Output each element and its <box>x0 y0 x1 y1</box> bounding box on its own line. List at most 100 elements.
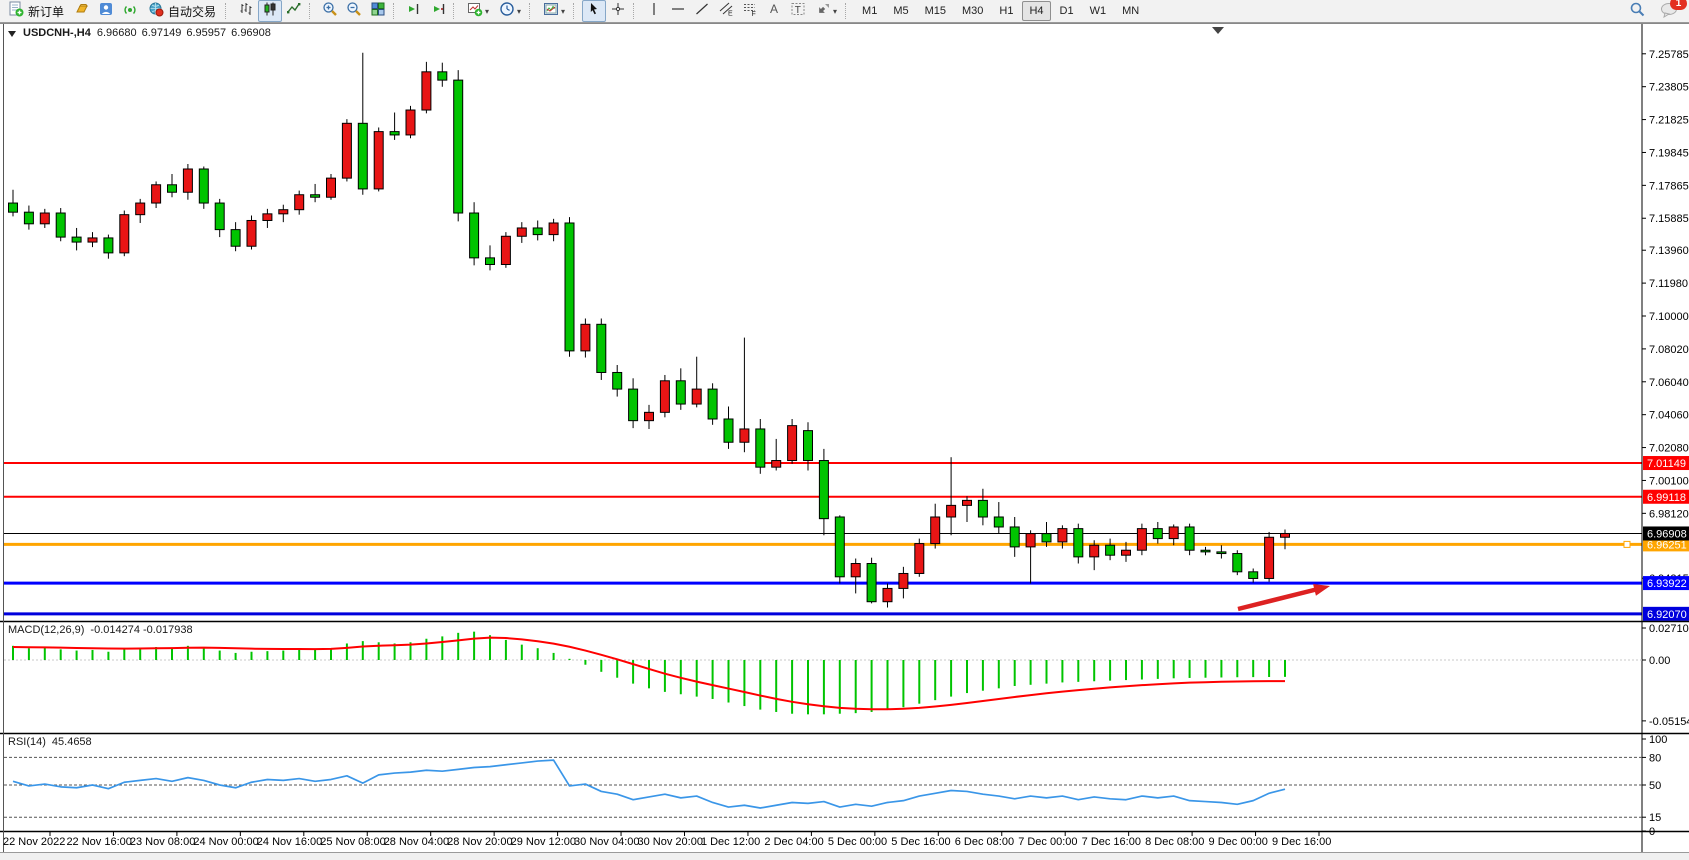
candle <box>501 232 510 268</box>
bottom-strip <box>0 852 1689 860</box>
toolbar: 新订单 自动交易 E F A T <box>0 0 1689 23</box>
text-label-icon: T <box>790 1 806 22</box>
chart-background <box>0 23 1689 860</box>
arrows-dropdown[interactable] <box>810 0 842 22</box>
time-label: 22 Nov 16:00 <box>66 836 131 848</box>
signals-button[interactable] <box>118 0 142 22</box>
candle <box>835 515 844 583</box>
collapse-triangle-icon[interactable] <box>8 29 17 38</box>
market-button[interactable] <box>70 0 94 22</box>
rsi-value: 45.4658 <box>52 736 92 748</box>
periods-dropdown[interactable] <box>494 0 526 22</box>
chart-symbol: USDCNH-,H4 <box>23 27 91 39</box>
line-chart-button[interactable] <box>282 0 306 22</box>
chart-shift-button[interactable] <box>402 0 426 22</box>
search-button[interactable] <box>1625 1 1649 23</box>
macd-name: MACD(12,26,9) <box>8 624 84 636</box>
timeframe-MN[interactable]: MN <box>1115 1 1146 21</box>
bar-chart-button[interactable] <box>234 0 258 22</box>
candlestick-chart-button[interactable] <box>258 0 282 22</box>
toolbar-separator <box>309 3 314 19</box>
timeframe-H1[interactable]: H1 <box>992 1 1020 21</box>
price-tick-label: 7.17865 <box>1649 180 1689 192</box>
chart-ohlc: 6.96680 6.97149 6.95957 6.96908 <box>97 27 271 39</box>
new-chart-dropdown[interactable] <box>462 0 494 22</box>
toolbar-separator <box>633 3 638 19</box>
candlestick-icon <box>262 1 278 22</box>
candle <box>56 208 65 241</box>
zoom-out-button[interactable] <box>342 0 366 22</box>
time-label: 25 Nov 08:00 <box>320 836 385 848</box>
toolbar-separator <box>845 3 850 19</box>
price-line-label: 6.99118 <box>1643 490 1689 504</box>
price-line-label: 7.01149 <box>1643 456 1689 470</box>
svg-text:6.96908: 6.96908 <box>1647 528 1687 540</box>
clock-icon <box>499 1 515 22</box>
channel-icon: E <box>718 1 734 22</box>
zoom-in-button[interactable] <box>318 0 342 22</box>
rsi-label: RSI(14) 45.4658 <box>8 736 92 748</box>
candle <box>708 383 717 425</box>
toolbar-separator <box>393 3 398 19</box>
profile-button[interactable] <box>94 0 118 22</box>
line-chart-icon <box>286 1 302 22</box>
time-label: 9 Dec 00:00 <box>1209 836 1268 848</box>
candle <box>867 558 876 604</box>
timeframe-M1[interactable]: M1 <box>855 1 884 21</box>
vertical-line-button[interactable] <box>642 0 666 22</box>
svg-text:7.01149: 7.01149 <box>1647 458 1686 470</box>
toolbar-separator <box>453 3 458 19</box>
mt4-window: 新订单 自动交易 E F A T <box>0 0 1689 860</box>
text-label-button[interactable]: T <box>786 0 810 22</box>
candle <box>374 127 383 191</box>
timeframe-M15[interactable]: M15 <box>918 1 953 21</box>
arrows-icon <box>815 1 831 22</box>
crosshair-button[interactable] <box>606 0 630 22</box>
fibonacci-button[interactable]: F <box>738 0 762 22</box>
candle <box>120 211 129 257</box>
rsi-tick-label: 80 <box>1649 752 1661 764</box>
timeframe-M30[interactable]: M30 <box>955 1 990 21</box>
macd-values: -0.014274 -0.017938 <box>90 624 192 636</box>
timeframe-D1[interactable]: D1 <box>1053 1 1081 21</box>
svg-text:6.93922: 6.93922 <box>1647 578 1687 590</box>
timeframe-W1[interactable]: W1 <box>1083 1 1114 21</box>
timeframe-M5[interactable]: M5 <box>886 1 915 21</box>
candle <box>247 216 256 250</box>
crosshair-icon <box>610 1 626 22</box>
vertical-line-icon <box>646 1 662 22</box>
time-label: 30 Nov 04:00 <box>574 836 639 848</box>
notifications-button[interactable]: 1 <box>1657 1 1681 23</box>
new-order-button[interactable]: 新订单 <box>2 0 70 22</box>
line-handle[interactable] <box>1624 541 1630 547</box>
tile-windows-button[interactable] <box>366 0 390 22</box>
timeframe-H4[interactable]: H4 <box>1022 1 1050 21</box>
zoom-in-icon <box>322 1 338 22</box>
trendline-button[interactable] <box>690 0 714 22</box>
price-tick-label: 7.21825 <box>1649 115 1689 127</box>
autoscroll-button[interactable] <box>426 0 450 22</box>
trendline-icon <box>694 1 710 22</box>
toolbar-separator <box>529 3 534 19</box>
macd-tick-label: 0.00 <box>1649 655 1670 667</box>
horizontal-line-button[interactable] <box>666 0 690 22</box>
channel-button[interactable]: E <box>714 0 738 22</box>
price-tick-label: 7.23805 <box>1649 82 1689 94</box>
time-label: 24 Nov 00:00 <box>193 836 258 848</box>
chart-area[interactable]: 7.257857.238057.218257.198457.178657.158… <box>0 23 1689 860</box>
new-order-icon <box>8 1 24 22</box>
text-a-icon: A <box>766 1 782 22</box>
text-button[interactable]: A <box>762 0 786 22</box>
autotrading-button[interactable]: 自动交易 <box>142 0 222 22</box>
cursor-button[interactable] <box>582 0 606 22</box>
price-tick-label: 6.98120 <box>1649 508 1689 520</box>
chart-canvas[interactable]: 7.257857.238057.218257.198457.178657.158… <box>0 23 1689 860</box>
svg-text:T: T <box>795 4 801 15</box>
gold-ingot-icon <box>74 1 90 22</box>
time-label: 7 Dec 00:00 <box>1018 836 1077 848</box>
signals-icon <box>122 1 138 22</box>
candle <box>406 106 415 138</box>
bar-high: 6.97149 <box>142 27 182 39</box>
templates-dropdown[interactable] <box>538 0 570 22</box>
autoscroll-icon <box>430 1 446 22</box>
